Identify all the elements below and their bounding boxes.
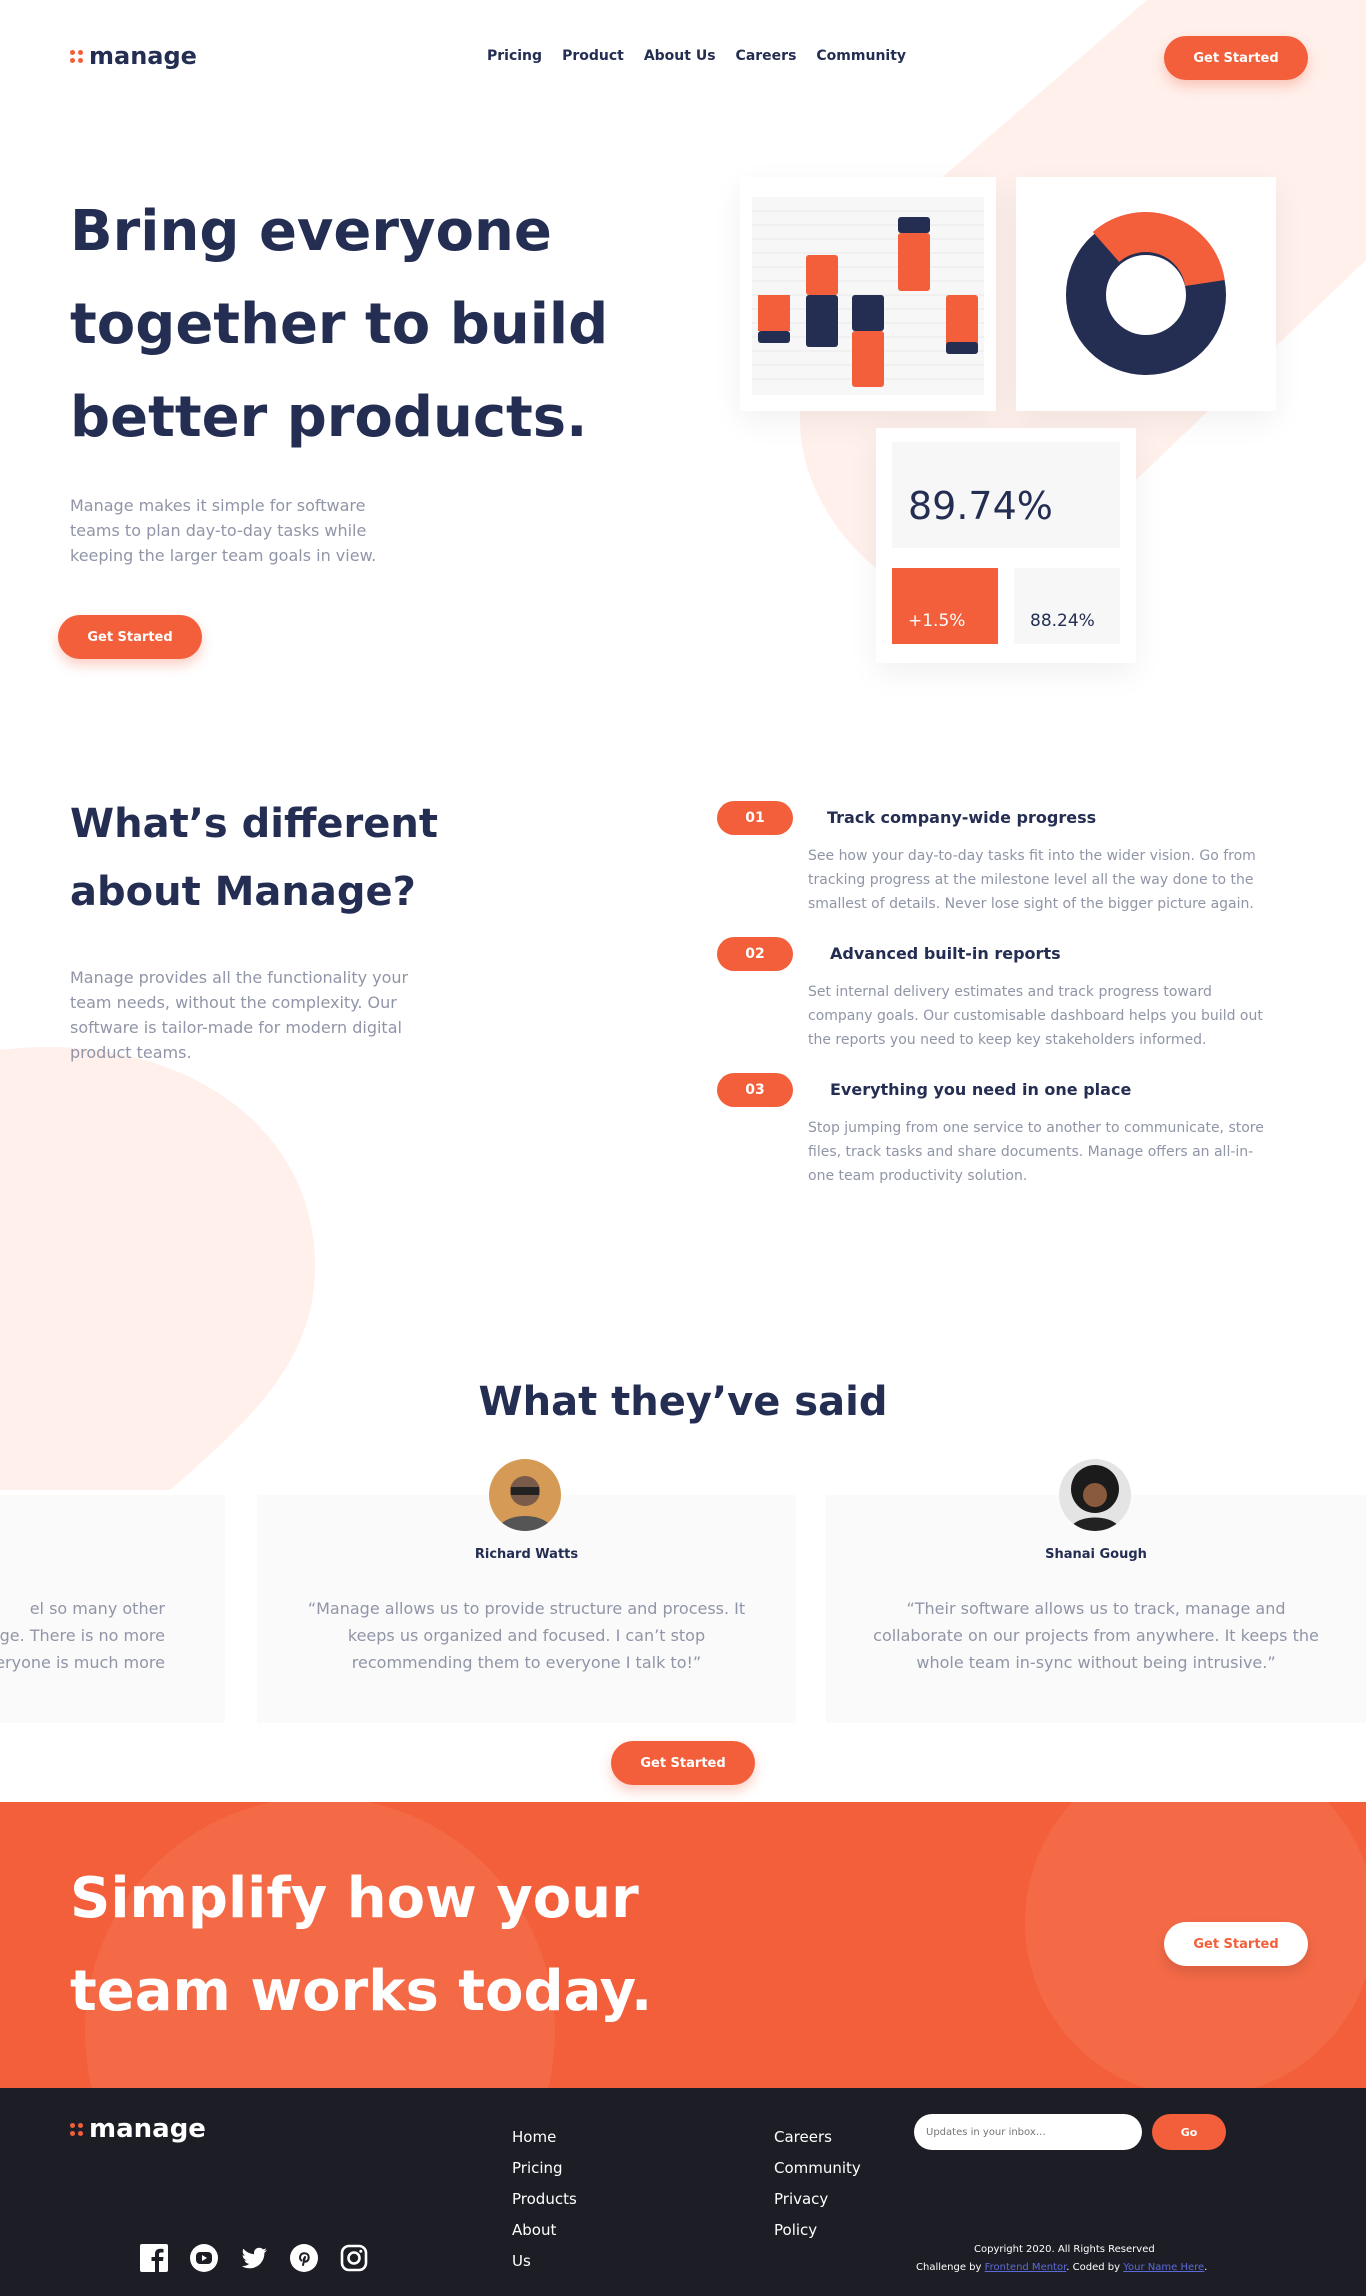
feature-title-02: Advanced built-in reports	[830, 944, 1061, 963]
brand-name: manage	[89, 42, 197, 70]
cta-band: Simplify how your team works today. Get …	[0, 1802, 1366, 2088]
donut-chart-card	[1016, 177, 1276, 411]
brand-logo[interactable]: manage	[70, 42, 197, 70]
nav-product[interactable]: Product	[562, 48, 624, 64]
different-title: What’s different about Manage?	[70, 801, 438, 915]
hero-get-started-button[interactable]: Get Started	[58, 615, 202, 659]
testimonial-card-partial[interactable]: el so many other ge. There is no more er…	[0, 1495, 225, 1723]
feature-number-02: 02	[717, 937, 793, 971]
logo-dots-icon	[70, 49, 83, 63]
donut-chart-illustration	[1066, 212, 1226, 375]
bar-chart-illustration	[752, 197, 984, 395]
twitter-icon[interactable]	[238, 2242, 270, 2274]
feature-text-01: See how your day-to-day tasks fit into t…	[808, 848, 1256, 912]
attribution-frontend-mentor-link[interactable]: Frontend Mentor	[985, 2262, 1067, 2273]
testimonial-name-shanai: Shanai Gough	[1045, 1547, 1147, 1562]
cta-band-title: Simplify how your team works today.	[70, 1866, 653, 2024]
footer-brand-logo[interactable]: manage	[70, 2114, 206, 2144]
nav-about-us[interactable]: About Us	[644, 48, 716, 64]
footer-link-community[interactable]: Community	[774, 2159, 861, 2177]
nav-careers[interactable]: Careers	[736, 48, 797, 64]
testimonials-get-started-button[interactable]: Get Started	[611, 1741, 755, 1785]
facebook-icon[interactable]	[138, 2242, 170, 2274]
hero-text: Manage makes it simple for software team…	[70, 496, 377, 565]
main-nav: Pricing Product About Us Careers Communi…	[487, 48, 906, 64]
footer-logo-dots-icon	[70, 2122, 83, 2136]
footer-links-col1: Home Pricing Products About Us	[512, 2128, 577, 2283]
hero-title: Bring everyone together to build better …	[70, 199, 609, 450]
bar-chart-card	[740, 177, 996, 411]
newsletter-input[interactable]	[914, 2114, 1142, 2150]
nav-community[interactable]: Community	[816, 48, 906, 64]
avatar-richard	[489, 1459, 561, 1531]
stats-main-panel: 89.74%	[892, 442, 1120, 548]
testimonial-quote-partial: el so many other ge. There is no more er…	[0, 1599, 165, 1672]
attribution-coded-prefix: . Coded by	[1066, 2262, 1124, 2273]
attribution-suffix: .	[1204, 2262, 1208, 2273]
cta-band-get-started-button[interactable]: Get Started	[1164, 1922, 1308, 1966]
stats-secondary-value: 88.24%	[1030, 611, 1095, 631]
testimonial-quote-shanai: “Their software allows us to track, mana…	[873, 1599, 1319, 1672]
stats-secondary-panel: 88.24%	[1014, 568, 1120, 644]
footer-link-us[interactable]: Us	[512, 2252, 577, 2270]
instagram-icon[interactable]	[338, 2242, 370, 2274]
testimonial-name-richard: Richard Watts	[474, 1547, 579, 1562]
header-get-started-button[interactable]: Get Started	[1164, 36, 1308, 80]
stats-main-value: 89.74%	[908, 484, 1053, 528]
copyright: Copyright 2020. All Rights Reserved	[974, 2244, 1155, 2255]
footer-links-col2: Careers Community Privacy Policy	[774, 2128, 861, 2252]
feature-title-03: Everything you need in one place	[830, 1080, 1132, 1099]
youtube-icon[interactable]	[188, 2242, 220, 2274]
pinterest-icon[interactable]	[288, 2242, 320, 2274]
footer-link-privacy[interactable]: Privacy	[774, 2190, 861, 2208]
nav-pricing[interactable]: Pricing	[487, 48, 542, 64]
different-text: Manage provides all the functionality yo…	[70, 968, 409, 1062]
footer-link-about[interactable]: About	[512, 2221, 577, 2239]
testimonial-quote-richard: “Manage allows us to provide structure a…	[307, 1599, 746, 1672]
feature-text-02: Set internal delivery estimates and trac…	[808, 984, 1263, 1048]
attribution-challenge-prefix: Challenge by	[916, 2262, 985, 2273]
footer-link-careers[interactable]: Careers	[774, 2128, 861, 2146]
social-links	[138, 2242, 370, 2274]
footer-link-products[interactable]: Products	[512, 2190, 577, 2208]
stats-change-panel: +1.5%	[892, 568, 998, 644]
feature-number-03: 03	[717, 1073, 793, 1107]
feature-number-01: 01	[717, 801, 793, 835]
footer-brand-name: manage	[89, 2114, 206, 2144]
testimonials-title: What they’ve said	[478, 1379, 888, 1425]
stats-card: 89.74% +1.5% 88.24%	[876, 428, 1136, 663]
attribution-author-link[interactable]: Your Name Here	[1123, 2262, 1204, 2273]
footer-link-home[interactable]: Home	[512, 2128, 577, 2146]
stats-change-value: +1.5%	[908, 611, 966, 631]
newsletter-go-button[interactable]: Go	[1152, 2114, 1226, 2150]
avatar-shanai	[1059, 1459, 1131, 1531]
footer-link-policy[interactable]: Policy	[774, 2221, 861, 2239]
feature-title-01: Track company-wide progress	[827, 808, 1097, 827]
footer: manage Home Pricing Products About Us Ca…	[0, 2088, 1366, 2296]
feature-text-03: Stop jumping from one service to another…	[808, 1120, 1264, 1184]
attribution: Challenge by Frontend Mentor. Coded by Y…	[916, 2262, 1207, 2273]
footer-link-pricing[interactable]: Pricing	[512, 2159, 577, 2177]
